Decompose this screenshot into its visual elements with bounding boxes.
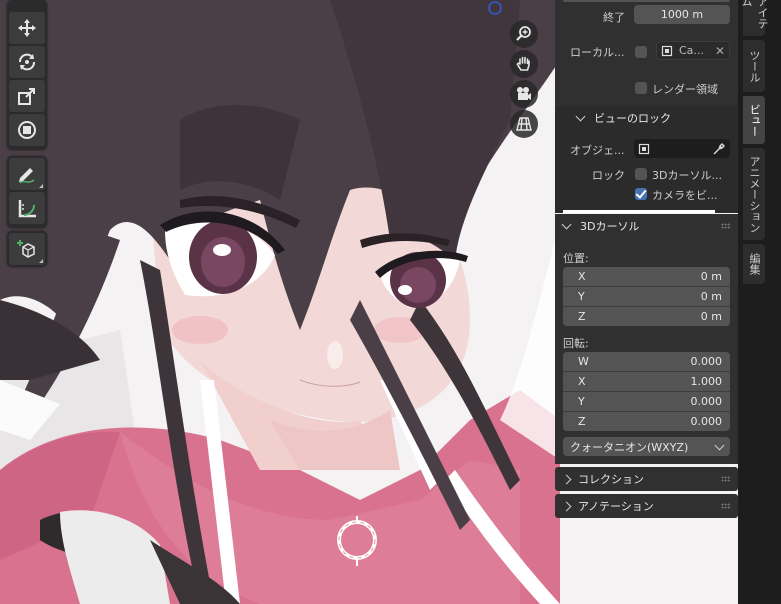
3d-cursor-title: 3Dカーソル bbox=[580, 220, 640, 233]
view-lock-header[interactable]: ビューのロック bbox=[555, 106, 738, 130]
3d-cursor-header[interactable]: 3Dカーソル bbox=[555, 214, 738, 238]
object-icon bbox=[638, 143, 650, 154]
axis-label: Z bbox=[578, 310, 586, 323]
camera-object-icon bbox=[661, 45, 673, 56]
collection-title: コレクション bbox=[578, 473, 644, 486]
axis-label: X bbox=[578, 375, 586, 388]
rotation-mode-dropdown[interactable]: クォータニオン(WXYZ) bbox=[563, 437, 730, 456]
annotation-section: アノテーション bbox=[555, 494, 738, 518]
view-lock-title: ビューのロック bbox=[594, 112, 671, 125]
move-tool-button[interactable] bbox=[9, 12, 45, 44]
camera-view-button[interactable] bbox=[510, 80, 538, 108]
tab-view[interactable]: ビュー bbox=[743, 96, 765, 144]
sidebar-tabs: アイテム ツール ビュー アニメーション 編集 bbox=[738, 0, 781, 604]
lock-3d-cursor-checkbox[interactable] bbox=[635, 168, 647, 180]
rotation-mode-value: クォータニオン(WXYZ) bbox=[570, 440, 689, 454]
tab-edit[interactable]: 編集 bbox=[743, 244, 765, 284]
location-label: 位置: bbox=[563, 252, 589, 265]
location-vector: X 0 m Y 0 m Z 0 m bbox=[563, 267, 730, 326]
grid-icon bbox=[516, 117, 532, 131]
camera-icon bbox=[517, 87, 531, 100]
tab-tool[interactable]: ツール bbox=[743, 40, 765, 92]
location-y-field[interactable]: Y 0 m bbox=[563, 287, 730, 307]
add-cube-tool-button[interactable] bbox=[9, 233, 45, 265]
local-camera-label: ローカル... bbox=[570, 46, 625, 59]
rotation-w-field[interactable]: W 0.000 bbox=[563, 352, 730, 372]
lock-camera-checkbox[interactable] bbox=[635, 188, 647, 200]
local-camera-checkbox[interactable] bbox=[635, 46, 647, 58]
perspective-toggle-button[interactable] bbox=[510, 110, 538, 138]
local-camera-field[interactable]: Ca... ✕ bbox=[656, 41, 730, 60]
lock-label: ロック bbox=[592, 169, 625, 182]
clear-icon[interactable]: ✕ bbox=[715, 44, 725, 58]
chevron-down-icon bbox=[575, 111, 586, 122]
axis-value: 0.000 bbox=[690, 355, 723, 368]
location-x-field[interactable]: X 0 m bbox=[563, 267, 730, 287]
axis-label: Y bbox=[578, 395, 585, 408]
scale-tool-button[interactable] bbox=[9, 80, 45, 112]
rotate-icon bbox=[19, 53, 35, 71]
rotate-tool-button[interactable] bbox=[9, 46, 45, 78]
annotate-tool-button[interactable] bbox=[9, 158, 45, 190]
axis-value: 0 m bbox=[700, 290, 722, 303]
axis-value: 0.000 bbox=[690, 395, 723, 408]
chevron-right-icon bbox=[561, 501, 572, 511]
rotation-label: 回転: bbox=[563, 337, 589, 350]
axis-label: W bbox=[578, 355, 589, 368]
sidebar-panel: 終了 1000 m ローカル... Ca... ✕ レンダー領域 ビューのロック… bbox=[555, 0, 738, 604]
pan-button[interactable] bbox=[510, 50, 538, 78]
add-tool-group bbox=[7, 231, 47, 267]
eyedropper-icon[interactable] bbox=[712, 142, 726, 156]
local-camera-value: Ca... bbox=[679, 44, 704, 57]
axis-value: 0 m bbox=[700, 270, 722, 283]
axis-value: 0.000 bbox=[690, 415, 723, 428]
annotate-tool-group bbox=[7, 156, 47, 228]
ruler-icon bbox=[18, 200, 36, 218]
rotation-y-field[interactable]: Y 0.000 bbox=[563, 392, 730, 412]
add-cube-icon bbox=[17, 240, 35, 258]
zoom-button[interactable] bbox=[510, 20, 538, 48]
lock-camera-label: カメラをビ... bbox=[652, 189, 718, 202]
measure-tool-button[interactable] bbox=[9, 192, 45, 224]
collection-header[interactable]: コレクション bbox=[555, 467, 738, 491]
pencil-icon bbox=[19, 168, 35, 184]
rotation-z-field[interactable]: Z 0.000 bbox=[563, 412, 730, 431]
scale-icon bbox=[18, 88, 35, 105]
clip-end-label: 終了 bbox=[603, 11, 625, 24]
drag-handle-icon[interactable] bbox=[721, 503, 731, 509]
chevron-down-icon bbox=[714, 440, 725, 450]
transform-tool-button[interactable] bbox=[9, 114, 45, 146]
transform-tool-group bbox=[7, 0, 47, 150]
render-region-label: レンダー領域 bbox=[652, 83, 718, 96]
lock-3d-cursor-label: 3Dカーソル... bbox=[652, 169, 722, 182]
transform-icon bbox=[18, 121, 36, 139]
drag-handle-icon[interactable] bbox=[721, 223, 731, 229]
lock-object-label: オブジェ... bbox=[570, 144, 625, 157]
drag-handle-icon[interactable] bbox=[721, 476, 731, 482]
move-icon bbox=[18, 19, 36, 37]
location-z-field[interactable]: Z 0 m bbox=[563, 307, 730, 326]
hand-icon bbox=[516, 56, 530, 71]
tab-item[interactable]: アイテム bbox=[740, 0, 769, 36]
render-region-checkbox[interactable] bbox=[635, 82, 647, 94]
annotation-title: アノテーション bbox=[578, 500, 654, 513]
chevron-down-icon bbox=[561, 219, 572, 230]
view-section: 終了 1000 m ローカル... Ca... ✕ レンダー領域 ビューのロック… bbox=[555, 0, 738, 213]
axis-value: 1.000 bbox=[690, 375, 723, 388]
divider bbox=[563, 210, 715, 213]
collection-section: コレクション bbox=[555, 467, 738, 491]
tab-animation[interactable]: アニメーション bbox=[743, 148, 765, 240]
axis-label: Z bbox=[578, 415, 586, 428]
axis-value: 0 m bbox=[700, 310, 722, 323]
rotation-vector: W 0.000 X 1.000 Y 0.000 Z 0.000 bbox=[563, 352, 730, 431]
clip-end-field[interactable]: 1000 m bbox=[634, 5, 730, 24]
annotation-header[interactable]: アノテーション bbox=[555, 494, 738, 518]
3d-cursor-section: 3Dカーソル 位置: X 0 m Y 0 m Z 0 m 回転: W 0.000 X 1.… bbox=[555, 214, 738, 464]
axis-label: Y bbox=[578, 290, 585, 303]
lock-object-field[interactable] bbox=[634, 139, 730, 158]
chevron-right-icon bbox=[561, 474, 572, 484]
rotation-x-field[interactable]: X 1.000 bbox=[563, 372, 730, 392]
axis-label: X bbox=[578, 270, 586, 283]
zoom-icon bbox=[516, 26, 531, 41]
